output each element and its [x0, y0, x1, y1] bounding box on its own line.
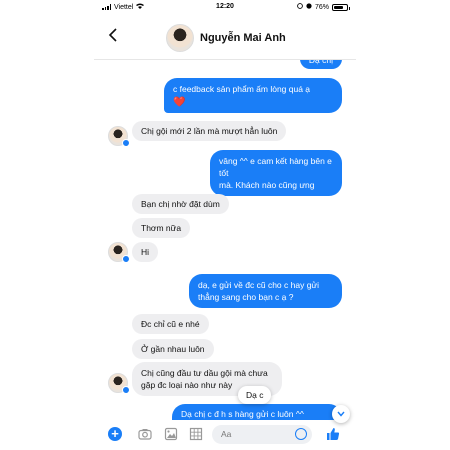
sender-avatar[interactable]: [108, 242, 130, 263]
battery-icon: [332, 3, 350, 11]
chevron-left-icon: [108, 28, 117, 42]
chat-header: Nguyễn Mai Anh: [94, 14, 356, 60]
contact-avatar[interactable]: [166, 24, 194, 52]
message-bubble-incoming[interactable]: Hi: [132, 242, 159, 262]
camera-icon[interactable]: [138, 427, 152, 441]
reply-preview-label[interactable]: Dạ c: [238, 386, 272, 404]
gallery-icon[interactable]: [164, 427, 178, 441]
message-bubble-outgoing[interactable]: vâng ^^ e cam kết hàng bên e tốt mà. Khá…: [210, 150, 342, 196]
phone-screen: Viettel 12:20 76% Nguyễn Mai Anh Dạ chị …: [94, 0, 356, 450]
plus-icon[interactable]: +: [108, 427, 122, 441]
scroll-down-button[interactable]: [332, 405, 350, 423]
messenger-badge-icon: [122, 255, 130, 263]
message-text: mà. Khách nào cũng ưng: [219, 180, 315, 190]
message-list[interactable]: Dạ chị c feedback sản phẩm ấm lòng quá ạ…: [94, 52, 356, 426]
battery-percent: 76%: [314, 3, 329, 11]
contact-name[interactable]: Nguyễn Mai Anh: [200, 32, 286, 44]
battery-group: 76%: [297, 3, 350, 11]
message-bubble-outgoing[interactable]: c feedback sản phẩm ấm lòng quá ạ ❤️: [164, 78, 342, 113]
alarm-icon: [306, 3, 312, 11]
message-text: vâng ^^ e cam kết hàng bên e tốt: [219, 156, 332, 178]
heart-emoji: ❤️: [173, 97, 186, 108]
sender-avatar[interactable]: [108, 126, 130, 147]
message-bubble-incoming[interactable]: Đc chỉ cũ e nhé: [132, 314, 209, 334]
messenger-badge-icon: [122, 386, 130, 394]
sender-avatar[interactable]: [108, 373, 130, 394]
message-composer: + Aa: [94, 420, 356, 450]
message-text: Chị cũng đầu tư dầu gội mà chưa: [141, 368, 268, 378]
message-bubble-outgoing[interactable]: dạ, e gửi về đc cũ cho c hay gửi thẳng s…: [189, 274, 342, 308]
back-button[interactable]: [108, 28, 124, 44]
message-bubble-incoming[interactable]: Thơm nữa: [132, 218, 191, 238]
message-bubble-incoming[interactable]: Bạn chị nhờ đặt dùm: [132, 194, 229, 214]
location-icon: [297, 3, 303, 11]
message-text: thẳng sang cho bạn c ạ ?: [198, 292, 294, 302]
message-bubble-incoming[interactable]: Ở gần nhau luôn: [132, 339, 214, 359]
message-bubble-incoming[interactable]: Chị gội mới 2 lần mà mượt hẳn luôn: [132, 121, 287, 141]
message-text: dạ, e gửi về đc cũ cho c hay gửi: [198, 280, 320, 290]
messenger-badge-icon: [122, 139, 130, 147]
message-text: c feedback sản phẩm ấm lòng quá ạ: [173, 84, 311, 94]
chevron-down-icon: [337, 411, 345, 417]
thumbs-up-icon[interactable]: [326, 427, 340, 441]
emoji-icon[interactable]: [295, 428, 307, 440]
sticker-grid-icon[interactable]: [189, 427, 203, 441]
status-bar: Viettel 12:20 76%: [94, 0, 356, 14]
